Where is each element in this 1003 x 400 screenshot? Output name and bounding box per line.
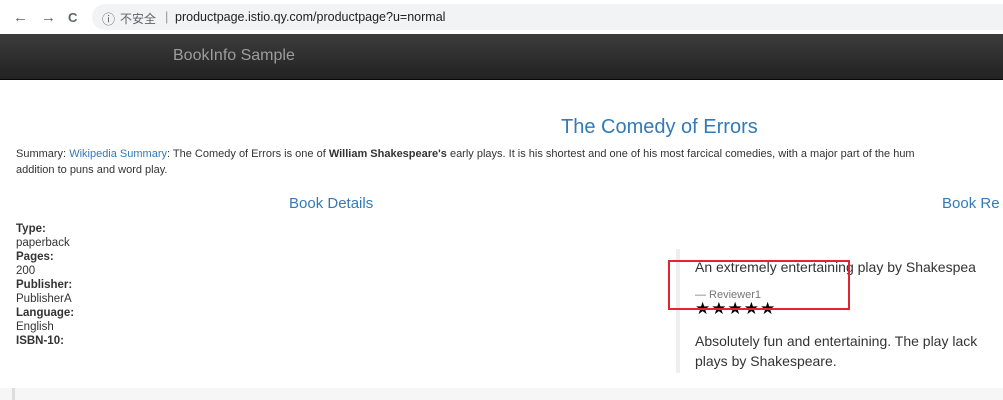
book-reviews-heading: Book Re <box>942 195 1000 212</box>
publisher-label: Publisher: <box>16 279 73 291</box>
pages-value: 200 <box>16 265 36 277</box>
pages-label: Pages: <box>16 251 54 263</box>
bottom-strip <box>0 388 1003 400</box>
address-separator: | <box>165 9 169 24</box>
not-secure-label: 不安全 <box>120 12 157 26</box>
bottom-divider <box>12 388 15 400</box>
summary-text-part2: early plays. It is his shortest and one … <box>446 148 915 160</box>
book-title: The Comedy of Errors <box>561 116 758 138</box>
browser-toolbar: ← → C ⓘ 不安全 | productpage.istio.qy.com/p… <box>0 0 1003 34</box>
info-icon[interactable]: ⓘ <box>102 9 115 28</box>
top-navbar: BookInfo Sample <box>0 34 1003 80</box>
language-value: English <box>16 321 54 333</box>
review-text: Absolutely fun and entertaining. The pla… <box>695 331 1003 371</box>
isbn10-label: ISBN-10: <box>16 335 64 347</box>
summary-author: William Shakespeare's <box>328 148 447 160</box>
summary-label: Summary: <box>16 148 67 160</box>
reload-icon[interactable]: C <box>68 10 77 25</box>
review-item: Absolutely fun and entertaining. The pla… <box>676 323 1003 373</box>
summary-text-line2: addition to puns and word play. <box>16 164 168 176</box>
back-arrow-icon[interactable]: ← <box>13 9 28 26</box>
review-text-line1: Absolutely fun and entertaining. The pla… <box>695 333 978 349</box>
type-value: paperback <box>16 237 70 249</box>
book-details-list: Type: paperback Pages: 200 Publisher: Pu… <box>16 222 74 348</box>
book-details-heading: Book Details <box>289 195 374 212</box>
language-label: Language: <box>16 307 75 319</box>
wikipedia-summary-link[interactable]: Wikipedia Summary <box>69 148 167 160</box>
navbar-brand[interactable]: BookInfo Sample <box>173 47 295 65</box>
url-text[interactable]: productpage.istio.qy.com/productpage?u=n… <box>175 10 445 24</box>
review-text-line2: plays by Shakespeare. <box>695 353 837 369</box>
book-summary: Summary: Wikipedia Summary: The Comedy o… <box>16 146 1003 178</box>
forward-arrow-icon[interactable]: → <box>41 9 56 26</box>
summary-text-part1: : The Comedy of Errors is one of <box>167 148 329 160</box>
type-label: Type: <box>16 223 46 235</box>
highlight-box <box>668 260 850 310</box>
publisher-value: PublisherA <box>16 293 72 305</box>
